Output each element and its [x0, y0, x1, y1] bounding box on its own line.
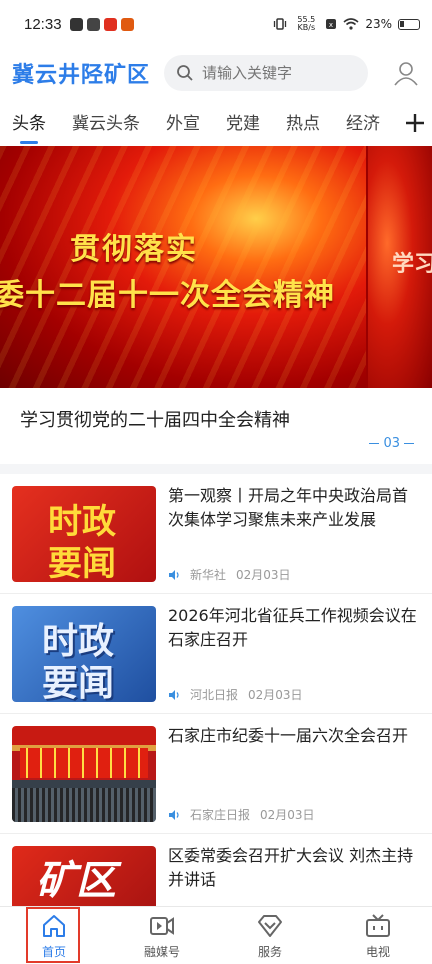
news-source: 新华社	[190, 568, 227, 582]
news-source: 河北日报	[190, 688, 239, 702]
carousel-page-indicator: 03	[369, 436, 414, 451]
tab-publicity[interactable]: 外宣	[166, 102, 200, 146]
news-thumbnail: 时政 要闻	[12, 606, 156, 702]
news-date: 02月03日	[248, 688, 303, 702]
news-item[interactable]: 石家庄市纪委十一届六次全会召开 石家庄日报 02月03日	[0, 714, 432, 834]
thumbnail-text: 要闻	[42, 663, 115, 702]
bottom-navigation: 首页 融媒号 服务 电视	[0, 906, 432, 964]
news-title: 第一观察丨开局之年中央政治局首次集体学习聚焦未来产业发展	[168, 486, 409, 529]
news-item[interactable]: 时政 要闻 2026年河北省征兵工作视频会议在石家庄召开 河北日报 02月03日	[0, 594, 432, 714]
video-icon	[150, 917, 174, 935]
net-speed: 55.5 KB/s	[297, 15, 316, 32]
banner-caption[interactable]: 学习贯彻党的二十届四中全会精神 03	[0, 388, 432, 464]
news-meta: 河北日报 02月03日	[168, 686, 303, 703]
section-divider	[0, 464, 432, 474]
nav-service[interactable]: 服务	[216, 907, 324, 964]
tab-party-building[interactable]: 党建	[226, 102, 260, 146]
service-icon	[258, 915, 282, 937]
nav-service-label: 服务	[257, 945, 282, 959]
app-header: 冀云井陉矿区	[0, 48, 432, 98]
home-icon	[43, 915, 65, 937]
news-meta: 石家庄日报 02月03日	[168, 806, 315, 823]
news-date: 02月03日	[260, 808, 315, 822]
tab-headline[interactable]: 头条	[12, 102, 46, 146]
news-title: 石家庄市纪委十一届六次全会召开	[168, 726, 409, 745]
nav-home-label: 首页	[41, 945, 66, 959]
thumbnail-text: 要闻	[48, 544, 116, 582]
speaker-icon[interactable]	[168, 809, 180, 821]
banner-next-slide[interactable]: 学习	[368, 146, 432, 388]
banner-caption-title: 学习贯彻党的二十届四中全会精神	[20, 410, 290, 431]
news-item[interactable]: 时政 要闻 第一观察丨开局之年中央政治局首次集体学习聚焦未来产业发展 新华社 0…	[0, 474, 432, 594]
tv-icon	[366, 914, 390, 937]
thumbnail-audience	[12, 788, 156, 822]
news-title: 2026年河北省征兵工作视频会议在石家庄召开	[168, 606, 417, 649]
app-icon	[103, 17, 117, 31]
tab-jiyun-headline[interactable]: 冀云头条	[72, 102, 140, 146]
add-channel-icon[interactable]	[404, 112, 426, 134]
thumbnail-text: 矿区	[36, 858, 116, 904]
news-meta: 新华社 02月03日	[168, 566, 291, 583]
app-brand-title: 冀云井陉矿区	[12, 63, 151, 88]
banner-next-text: 学习	[392, 252, 432, 277]
news-thumbnail	[12, 726, 156, 822]
news-title: 区委常委会召开扩大会议 刘杰主持并讲话	[168, 846, 414, 889]
sim-icon: x	[326, 19, 337, 29]
banner-carousel[interactable]: 贯彻落实 委十二届十一次全会精神 学习	[0, 146, 432, 388]
speaker-icon[interactable]	[168, 569, 180, 581]
tab-economy[interactable]: 经济	[346, 102, 380, 146]
nav-home[interactable]: 首页	[0, 907, 108, 964]
notification-icons	[69, 17, 134, 31]
tab-hot[interactable]: 热点	[286, 102, 320, 146]
news-list: 时政 要闻 第一观察丨开局之年中央政治局首次集体学习聚焦未来产业发展 新华社 0…	[0, 474, 432, 954]
user-profile-icon[interactable]	[392, 59, 420, 87]
nav-media-label: 融媒号	[143, 945, 180, 959]
speaker-icon[interactable]	[168, 689, 180, 701]
search-input[interactable]	[202, 64, 353, 82]
news-source: 石家庄日报	[190, 808, 251, 822]
news-thumbnail: 时政 要闻	[12, 486, 156, 582]
news-date: 02月03日	[236, 568, 291, 582]
status-bar: 12:33 55.5 KB/s x 23%	[0, 0, 432, 48]
battery-icon	[398, 18, 420, 30]
thumbnail-flags	[20, 748, 148, 778]
banner-slide-line1: 贯彻落实	[70, 232, 198, 267]
vibrate-icon	[274, 18, 287, 30]
battery-percent: 23%	[365, 17, 392, 31]
banner-slide[interactable]: 贯彻落实 委十二届十一次全会精神	[0, 146, 366, 388]
search-icon	[177, 65, 193, 81]
svg-text:x: x	[329, 21, 333, 29]
system-indicators: 55.5 KB/s x 23%	[273, 16, 420, 32]
nav-media[interactable]: 融媒号	[108, 907, 216, 964]
status-time: 12:33	[24, 15, 62, 33]
app-icon	[86, 17, 100, 31]
search-bar[interactable]	[164, 55, 369, 91]
channel-tabs: 头条 冀云头条 外宣 党建 热点 经济	[0, 102, 432, 146]
nav-tv-label: 电视	[365, 945, 390, 959]
wifi-icon	[343, 18, 359, 30]
banner-slide-line2: 委十二届十一次全会精神	[0, 278, 335, 313]
app-icon	[69, 17, 83, 31]
app-icon	[120, 17, 134, 31]
nav-tv[interactable]: 电视	[324, 907, 432, 964]
